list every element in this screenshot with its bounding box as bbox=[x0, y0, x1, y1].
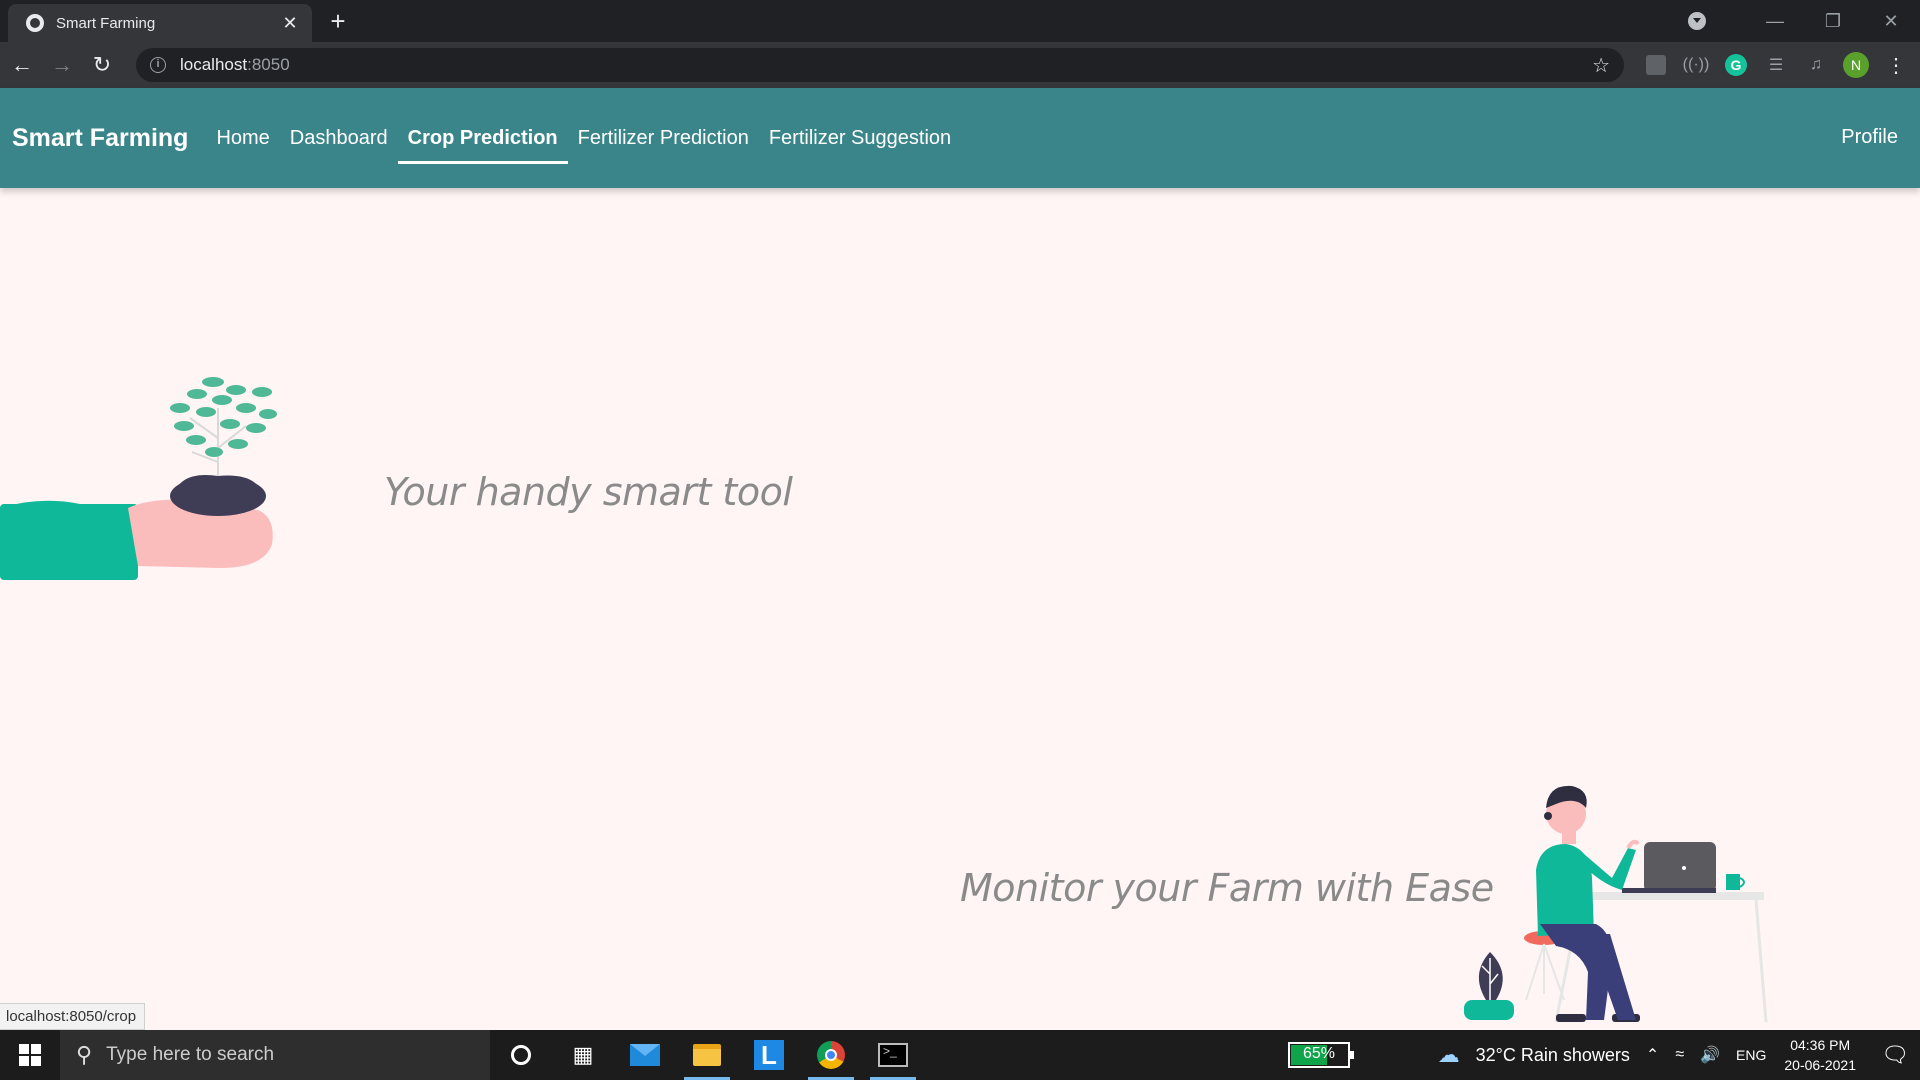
volume-icon[interactable]: 🔊 bbox=[1700, 1045, 1720, 1065]
globe-icon bbox=[26, 14, 44, 32]
browser-toolbar: ← → ↻ i localhost :8050 ☆ ((·)) G ☰ ♫ N … bbox=[0, 42, 1920, 88]
minimize-button[interactable]: — bbox=[1746, 0, 1804, 42]
menu-icon[interactable]: ⋮ bbox=[1876, 42, 1916, 88]
person-laptop-illustration bbox=[1464, 785, 1768, 1023]
clock[interactable]: 04:36 PM 20-06-2021 bbox=[1784, 1035, 1856, 1075]
profile-avatar[interactable]: N bbox=[1836, 42, 1876, 88]
tab-close-icon[interactable]: ✕ bbox=[280, 13, 300, 34]
windows-start-icon[interactable] bbox=[0, 1030, 60, 1080]
l-app-icon: L bbox=[754, 1040, 784, 1070]
cast-icon[interactable]: ((·)) bbox=[1676, 42, 1716, 88]
battery-indicator[interactable]: 65% bbox=[1288, 1042, 1354, 1068]
grammarly-icon[interactable]: G bbox=[1716, 42, 1756, 88]
chrome-app[interactable] bbox=[800, 1030, 862, 1080]
new-tab-button[interactable]: + bbox=[324, 8, 352, 36]
weather-text[interactable]: 32°C Rain showers bbox=[1476, 1045, 1630, 1066]
extension-icon[interactable] bbox=[1636, 42, 1676, 88]
browser-tab-strip: Smart Farming ✕ + — ❐ ✕ bbox=[0, 0, 1920, 42]
show-hidden-icons-icon[interactable]: ⌃ bbox=[1646, 1045, 1659, 1065]
url-port: :8050 bbox=[247, 55, 290, 74]
tab-title: Smart Farming bbox=[56, 14, 156, 32]
star-icon[interactable]: ☆ bbox=[1592, 53, 1610, 78]
cortana-button[interactable] bbox=[490, 1030, 552, 1080]
l-app[interactable]: L bbox=[738, 1030, 800, 1080]
address-bar[interactable]: i localhost :8050 ☆ bbox=[136, 48, 1624, 82]
nav-link-fertilizer-suggestion[interactable]: Fertilizer Suggestion bbox=[759, 88, 961, 188]
taskbar-search-input[interactable]: ⚲ Type here to search bbox=[60, 1030, 490, 1080]
notification-center-icon[interactable]: 🗨 bbox=[1870, 1030, 1920, 1080]
language-indicator[interactable]: ENG bbox=[1736, 1047, 1766, 1063]
url-host: localhost bbox=[180, 55, 248, 74]
clock-date: 20-06-2021 bbox=[1784, 1057, 1856, 1073]
link-preview-status: localhost:8050/crop bbox=[0, 1003, 146, 1030]
network-icon[interactable]: ≈ bbox=[1675, 1046, 1684, 1064]
nav-link-dashboard[interactable]: Dashboard bbox=[280, 88, 398, 188]
tab-search-icon[interactable] bbox=[1688, 12, 1706, 30]
forward-icon[interactable]: → bbox=[44, 47, 80, 83]
reload-icon[interactable]: ↻ bbox=[84, 47, 120, 83]
back-icon[interactable]: ← bbox=[4, 47, 40, 83]
folder-icon bbox=[693, 1044, 721, 1066]
terminal-icon: >_ bbox=[878, 1043, 908, 1067]
app-navbar: Smart Farming Home Dashboard Crop Predic… bbox=[0, 88, 1920, 188]
tagline-monitor-farm: Monitor your Farm with Ease bbox=[960, 866, 1494, 910]
battery-percent: 65% bbox=[1302, 1045, 1336, 1062]
info-icon[interactable]: i bbox=[150, 57, 166, 73]
restore-button[interactable]: ❐ bbox=[1804, 0, 1862, 42]
system-tray: ☁ 32°C Rain showers ⌃ ≈ 🔊 ENG 04:36 PM 2… bbox=[1438, 1030, 1920, 1080]
task-view-icon: ▦ bbox=[572, 1042, 594, 1067]
task-view-button[interactable]: ▦ bbox=[552, 1030, 614, 1080]
windows-taskbar: ⚲ Type here to search ▦ L >_ 65% ☁ 32°C … bbox=[0, 1030, 1920, 1080]
nav-link-home[interactable]: Home bbox=[206, 88, 279, 188]
mail-icon bbox=[630, 1044, 660, 1066]
file-explorer-app[interactable] bbox=[676, 1030, 738, 1080]
close-window-button[interactable]: ✕ bbox=[1862, 0, 1920, 42]
mail-app[interactable] bbox=[614, 1030, 676, 1080]
search-placeholder: Type here to search bbox=[106, 1044, 275, 1065]
hand-plant-illustration bbox=[0, 377, 277, 580]
nav-link-crop-prediction[interactable]: Crop Prediction bbox=[397, 88, 568, 188]
clock-time: 04:36 PM bbox=[1790, 1037, 1851, 1053]
brand-logo[interactable]: Smart Farming bbox=[12, 124, 188, 153]
media-icon[interactable]: ♫ bbox=[1796, 42, 1836, 88]
weather-cloud-icon[interactable]: ☁ bbox=[1438, 1042, 1460, 1068]
terminal-app[interactable]: >_ bbox=[862, 1030, 924, 1080]
cortana-icon bbox=[511, 1045, 531, 1065]
puzzle-icon[interactable]: ☰ bbox=[1756, 42, 1796, 88]
nav-link-fertilizer-prediction[interactable]: Fertilizer Prediction bbox=[568, 88, 759, 188]
search-icon: ⚲ bbox=[76, 1042, 93, 1067]
tagline-handy-tool: Your handy smart tool bbox=[384, 470, 793, 514]
browser-tab[interactable]: Smart Farming ✕ bbox=[8, 4, 312, 42]
chrome-icon bbox=[817, 1041, 845, 1069]
nav-link-profile[interactable]: Profile bbox=[1841, 126, 1898, 149]
